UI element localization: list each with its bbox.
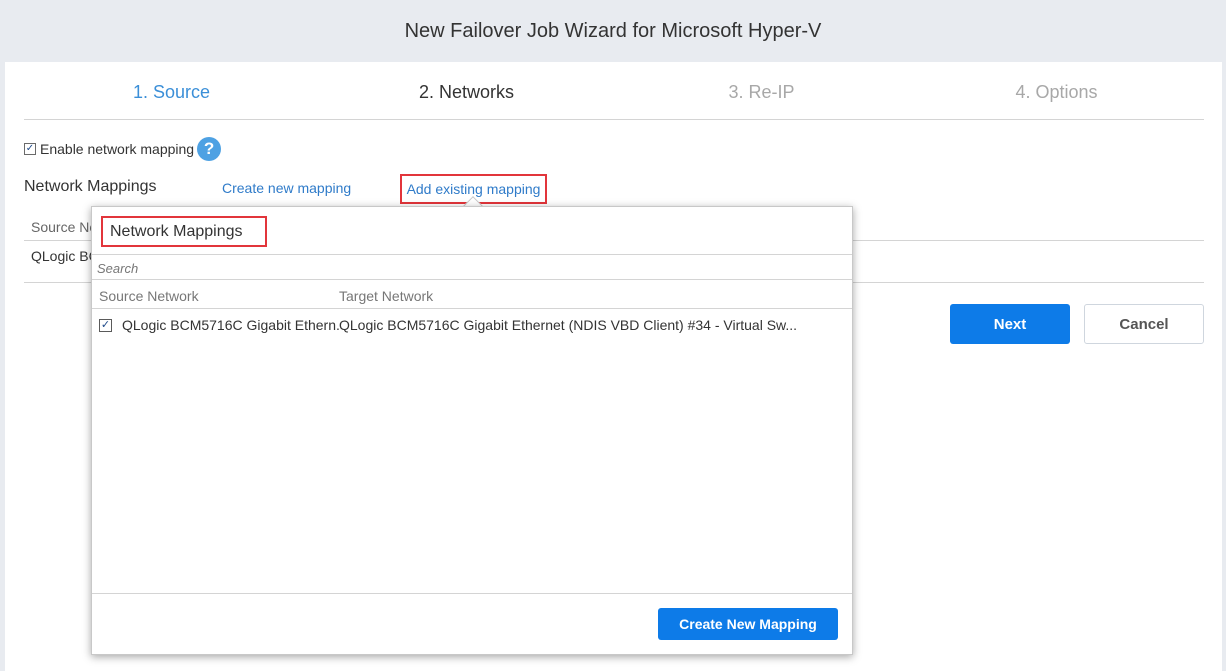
cancel-button[interactable]: Cancel <box>1084 304 1204 344</box>
checkbox-checked-icon[interactable]: ✓ <box>99 319 112 332</box>
step-options: 4. Options <box>1015 82 1098 102</box>
next-button[interactable]: Next <box>950 304 1070 344</box>
enable-network-mapping-label[interactable]: Enable network mapping <box>40 141 194 157</box>
enable-network-mapping-row: ✓ Enable network mapping ? <box>24 136 222 162</box>
window-title-bar: New Failover Job Wizard for Microsoft Hy… <box>0 0 1226 62</box>
wizard-steps: 1. Source 2. Networks 3. Re-IP 4. Option… <box>24 70 1204 120</box>
step-networks[interactable]: 2. Networks <box>319 70 614 119</box>
list-item[interactable]: ✓ QLogic BCM5716C Gigabit Ethern... QLog… <box>92 310 852 340</box>
create-new-mapping-link[interactable]: Create new mapping <box>222 180 351 196</box>
row-target-network: QLogic BCM5716C Gigabit Ethernet (NDIS V… <box>339 317 798 333</box>
row-source-network: QLogic BCM5716C Gigabit Ethern... <box>122 317 339 333</box>
search-input[interactable]: Search <box>92 255 852 280</box>
enable-network-mapping-checkbox[interactable]: ✓ <box>24 143 36 155</box>
create-new-mapping-button[interactable]: Create New Mapping <box>658 608 838 640</box>
popup-table-header: Source Network Target Network <box>92 281 852 309</box>
window-title: New Failover Job Wizard for Microsoft Hy… <box>404 20 822 42</box>
divider <box>92 593 852 594</box>
network-mappings-popup: Network Mappings Search Source Network T… <box>91 206 853 655</box>
column-target-network: Target Network <box>339 288 434 304</box>
question-circle-icon[interactable]: ? <box>197 137 222 161</box>
network-mappings-heading: Network Mappings <box>24 178 157 195</box>
popup-title: Network Mappings <box>101 216 267 247</box>
step-source[interactable]: 1. Source <box>24 70 319 119</box>
column-source-network: Source Network <box>99 288 199 304</box>
step-re-ip: 3. Re-IP <box>728 82 795 102</box>
